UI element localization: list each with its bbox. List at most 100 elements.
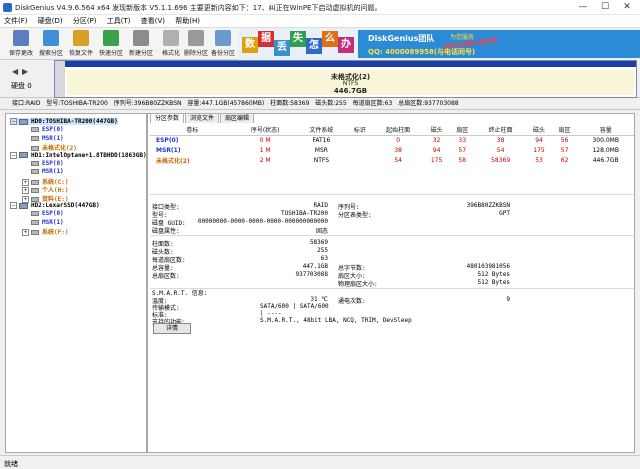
detail-heads: 255 (317, 247, 328, 254)
column-header[interactable]: 卷标 (150, 124, 235, 136)
detail-attr: 固态 (315, 228, 328, 235)
menu-file[interactable]: 文件(F) (0, 15, 32, 28)
collapse-icon[interactable]: − (10, 202, 17, 209)
partition-icon (31, 127, 39, 133)
detail-physical-sector-label: 物理扇区大小: (338, 281, 378, 288)
detail-sectors: 937703088 (295, 271, 328, 278)
table-cell: 94 (535, 136, 543, 144)
column-header[interactable]: 容量 (577, 124, 634, 136)
table-cell: MSR(1) (156, 146, 181, 154)
status-bar: 就绪 (0, 455, 640, 469)
quick-partition-button[interactable]: 快速分区 (95, 30, 127, 59)
smart-std: | ---- (260, 310, 282, 317)
quick-partition-icon (103, 30, 119, 46)
disk-tree: − HD0:TOSHIBA-TR200(447GB) ESP(0) MSR(1) 未格式… (5, 113, 147, 453)
title-bar: DiskGenius V4.9.6.564 x64 发现新版本 V5.1.1.6… (0, 0, 640, 15)
table-cell: 58 (458, 156, 467, 164)
column-header[interactable]: 磁头 (526, 124, 552, 136)
info-interface: 接口:RAID (12, 100, 41, 107)
tree-node-label: MSR(1) (42, 218, 64, 226)
smart-power-label: 通电次数: (338, 298, 366, 305)
tree-node-label: HD1:IntelOptane+1.8TBHDD(1863GB) (31, 151, 147, 159)
banner-char: 据 (258, 31, 274, 47)
column-header[interactable]: 文件系统 (295, 124, 347, 136)
prev-disk-arrow[interactable]: ◀ (12, 67, 18, 76)
menu-view[interactable]: 查看(V) (137, 15, 169, 28)
tab-partition-params[interactable]: 分区参数 (150, 113, 185, 123)
minimize-button[interactable]: — (572, 0, 594, 15)
smart-temp: 31 ℃ (310, 296, 328, 303)
table-cell: 58369 (491, 156, 511, 164)
detail-guid: 00000000-0000-0000-0000-000000000000 (197, 218, 328, 225)
next-disk-arrow[interactable]: ▶ (22, 67, 28, 76)
tree-partition-node[interactable]: ESP(0) (22, 210, 64, 217)
close-button[interactable]: ✕ (616, 0, 638, 15)
column-header[interactable]: 标识 (346, 124, 373, 136)
search-partition-button[interactable]: 搜索分区 (35, 30, 67, 59)
maximize-button[interactable]: ☐ (594, 0, 616, 15)
search-icon (43, 30, 59, 46)
tree-partition-node[interactable]: + 系统(F:) (22, 227, 68, 237)
table-row[interactable]: MSR(1) 1 M MSR 38 94 57 54 175 57 128.0MB (150, 145, 634, 155)
menu-tools[interactable]: 工具(T) (103, 15, 135, 28)
table-row[interactable]: 未格式化(2) 2 M NTFS 54 175 58 58369 53 62 446.7GB (150, 155, 634, 165)
smart-features: S.M.A.R.T., 48bit LBA, NCQ, TRIM, DevSle… (260, 317, 412, 324)
partition-icon (31, 211, 39, 217)
table-cell: NTFS (313, 156, 330, 164)
tree-disk-node[interactable]: − HD2:LexarSSD(447GB) (10, 202, 100, 209)
new-partition-button[interactable]: 新建分区 (125, 30, 157, 59)
save-icon (13, 30, 29, 46)
info-sectors-per-track: 每道扇区数:63 (352, 100, 393, 107)
tab-browse-files[interactable]: 浏览文件 (185, 113, 220, 123)
tree-partition-node[interactable]: MSR(1) (22, 168, 64, 175)
promo-banner[interactable]: 数 据 丢 失 怎 么 办 DiskGenius团队 为您服务 400-008-… (238, 28, 640, 60)
table-cell: ESP(0) (156, 136, 179, 144)
banner-char: 么 (322, 31, 338, 47)
menu-help[interactable]: 帮助(H) (171, 15, 204, 28)
collapse-icon[interactable]: − (10, 151, 17, 159)
tab-sector-edit[interactable]: 扇区编辑 (220, 113, 255, 123)
column-header[interactable]: 扇区 (449, 124, 475, 136)
detail-serial: 396B80ZZKBSN (466, 202, 510, 209)
menu-disk[interactable]: 硬盘(D) (34, 15, 67, 28)
info-heads: 磁头数:255 (315, 100, 347, 107)
table-cell (347, 155, 373, 165)
tree-disk-node[interactable]: − HD1:IntelOptane+1.8TBHDD(1863GB) (10, 151, 147, 159)
table-row[interactable]: ESP(0) 0 M FAT16 0 32 33 38 94 56 300.0MB (150, 135, 634, 145)
menu-partition[interactable]: 分区(P) (69, 15, 101, 28)
table-cell: 175 (533, 146, 545, 154)
tree-partition-node[interactable]: MSR(1) (22, 135, 64, 142)
column-header[interactable]: 起始柱面 (372, 124, 424, 136)
divider (150, 194, 634, 195)
tree-node-label: ESP(0) (42, 160, 64, 167)
table-cell: 0 (396, 136, 401, 144)
partition-icon (31, 169, 39, 175)
column-header[interactable]: 序号(状态) (234, 124, 296, 136)
tree-disk-node[interactable]: − HD0:TOSHIBA-TR200(447GB) (10, 118, 118, 125)
partition-icon (31, 135, 39, 141)
partition-bar[interactable]: 未格式化(2) NTFS 446.7GB (54, 60, 637, 98)
column-header[interactable]: 磁头 (423, 124, 450, 136)
banner-char: 丢 (274, 40, 290, 56)
column-header[interactable]: 终止柱面 (475, 124, 527, 136)
details-button[interactable]: 详情 (153, 323, 191, 334)
status-text: 就绪 (4, 460, 18, 468)
partition-icon (31, 219, 39, 225)
partition-segment-unformatted[interactable]: 未格式化(2) NTFS 446.7GB (65, 61, 636, 97)
column-header[interactable]: 扇区 (551, 124, 578, 136)
detail-attr-label: 磁盘属性: (152, 228, 180, 235)
banner-char: 失 (290, 31, 306, 47)
table-cell: 56 (560, 136, 569, 144)
tree-node-label: ESP(0) (42, 126, 64, 134)
backup-partition-button[interactable]: 备份分区 (207, 30, 239, 59)
collapse-icon[interactable]: − (10, 118, 17, 125)
tree-partition-node[interactable]: MSR(1) (22, 219, 64, 226)
table-header-row: 卷标 序号(状态) 文件系统 标识 起始柱面 磁头 扇区 终止柱面 磁头 扇区 容量 (150, 124, 634, 136)
tree-partition-node[interactable]: ESP(0) (22, 126, 64, 133)
save-changes-button[interactable]: 保存更改 (5, 30, 37, 59)
divider (150, 288, 634, 289)
expand-icon[interactable]: + (22, 229, 29, 237)
recover-files-button[interactable]: 恢复文件 (65, 30, 97, 59)
table-cell: 38 (394, 146, 402, 154)
tree-partition-node[interactable]: ESP(0) (22, 160, 64, 167)
